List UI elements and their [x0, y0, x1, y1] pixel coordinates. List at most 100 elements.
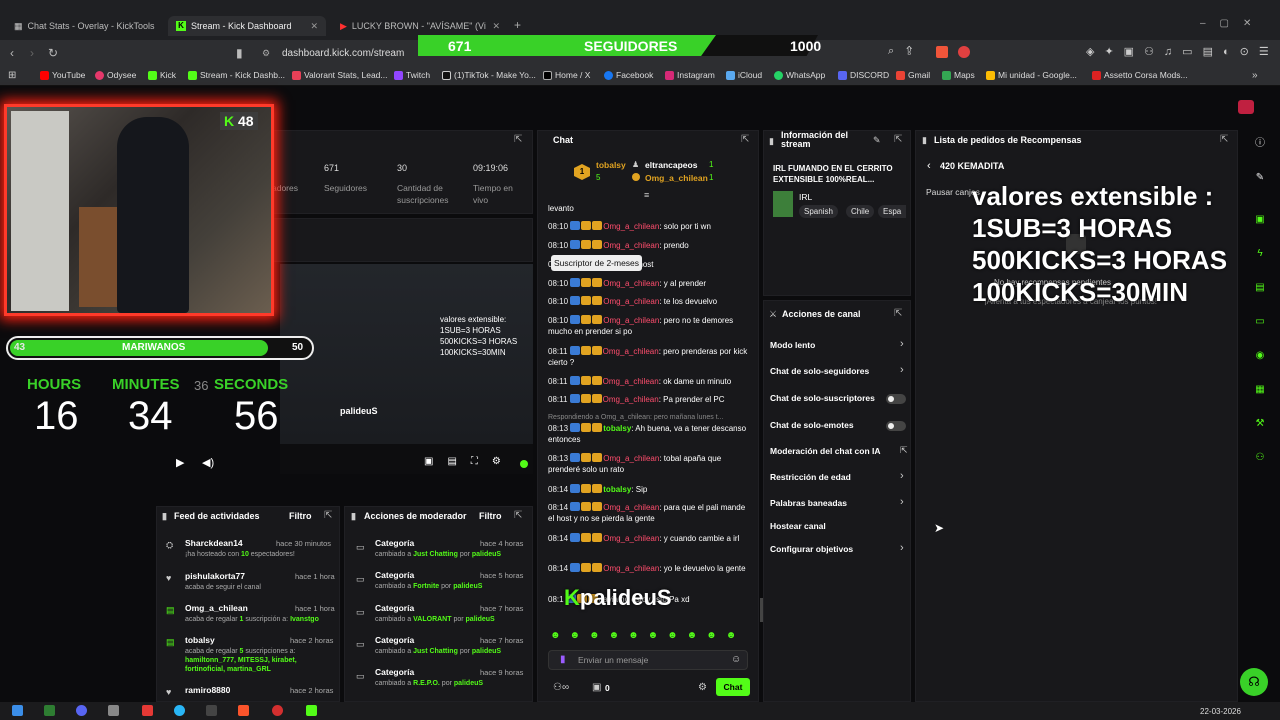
channel-action-item[interactable]: Chat de solo-suscriptores	[770, 393, 875, 403]
chat-badge-icon[interactable]	[580, 346, 591, 355]
chat-username[interactable]: Omg_a_chilean	[603, 564, 659, 573]
toggle-switch[interactable]	[886, 394, 906, 404]
chat-username[interactable]: Omg_a_chilean	[603, 297, 659, 306]
play-icon[interactable]: ▶	[176, 456, 184, 469]
chat-username[interactable]: tobalsy	[603, 424, 631, 433]
clipboard-icon[interactable]: ▤	[1252, 280, 1268, 296]
taskbar-app-icon[interactable]	[44, 705, 55, 716]
close-tab-icon[interactable]: ✕	[310, 21, 318, 32]
bookmark-whatsapp[interactable]: WhatsApp	[774, 70, 825, 80]
chat-tools-icon[interactable]: ⚇∞	[553, 682, 569, 693]
taskbar-app-icon[interactable]	[142, 705, 153, 716]
camera-icon[interactable]: ▣	[1252, 212, 1268, 228]
brave-shield-icon[interactable]	[936, 46, 948, 58]
support-headset-icon[interactable]: ☊	[1240, 668, 1268, 696]
chat-badge-icon[interactable]	[592, 502, 603, 511]
bolt-icon[interactable]: ϟ	[1252, 246, 1268, 262]
feed-item-name[interactable]: Omg_a_chilean	[185, 603, 248, 613]
chat-badge-icon[interactable]	[570, 315, 581, 324]
chat-bubble-icon[interactable]: ▭	[1252, 314, 1268, 330]
chat-badge-icon[interactable]	[581, 453, 592, 462]
bookmark-valorant[interactable]: Valorant Stats, Lead...	[292, 70, 387, 80]
bookmark-instagram[interactable]: Instagram	[665, 70, 715, 80]
chat-badge-icon[interactable]	[580, 376, 591, 385]
chevron-right-icon[interactable]: ›	[900, 470, 904, 482]
toggle-switch[interactable]	[886, 421, 906, 431]
chat-badge-icon[interactable]	[592, 221, 603, 230]
chat-badge-icon[interactable]	[592, 533, 603, 542]
chevron-right-icon[interactable]: ›	[900, 542, 904, 554]
chat-badge-icon[interactable]	[581, 240, 592, 249]
chat-badge-icon[interactable]	[592, 278, 603, 287]
taskbar-app-icon[interactable]	[272, 705, 283, 716]
chat-badge-icon[interactable]	[592, 484, 603, 493]
chat-badge-icon[interactable]	[591, 346, 602, 355]
chevron-right-icon[interactable]: ›	[900, 496, 904, 508]
chat-badge-icon[interactable]	[570, 533, 581, 542]
category-name[interactable]: IRL	[799, 192, 812, 202]
chat-badge-icon[interactable]	[581, 563, 592, 572]
chat-badge-icon[interactable]	[581, 296, 592, 305]
channel-action-item[interactable]: Chat de solo-seguidores	[770, 366, 869, 376]
bookmark-discord[interactable]: DISCORD	[838, 70, 889, 80]
taskbar-app-icon[interactable]	[108, 705, 119, 716]
channel-action-item[interactable]: Chat de solo-emotes	[770, 420, 854, 430]
feed-item-name[interactable]: pishulakorta77	[185, 571, 245, 581]
pinned-user[interactable]: tobalsy	[596, 160, 626, 170]
chat-badge-icon[interactable]	[581, 315, 592, 324]
user-avatar[interactable]	[1238, 100, 1254, 114]
pencil-icon[interactable]: ✎	[1252, 170, 1268, 186]
feed-item-name[interactable]: ramiro8880	[185, 685, 230, 695]
expand-icon[interactable]: ⇱	[741, 134, 749, 145]
chat-username[interactable]: tobalsy	[603, 485, 631, 494]
chat-badge-icon[interactable]	[570, 423, 581, 432]
forward-icon[interactable]: ›	[30, 46, 34, 60]
bookmark-icloud[interactable]: iCloud	[726, 70, 762, 80]
mic-icon[interactable]: ▮	[560, 654, 566, 665]
close-tab-icon[interactable]: ✕	[492, 21, 500, 32]
chat-badge-icon[interactable]	[591, 376, 602, 385]
extensions-icons[interactable]: ◈✦▣⚇♫▭▤◐⊙☰	[1086, 45, 1279, 58]
site-info-icon[interactable]: ⚙	[262, 48, 270, 59]
bookmark-assetto-corsa[interactable]: Assetto Corsa Mods...	[1092, 70, 1188, 80]
channel-action-item[interactable]: Moderación del chat con IA	[770, 446, 881, 456]
chat-badge-icon[interactable]	[570, 240, 581, 249]
expand-icon[interactable]: ⇱	[1220, 134, 1228, 145]
bookmark-maps[interactable]: Maps	[942, 70, 975, 80]
bookmark-tiktok[interactable]: (1)TikTok - Make Yo...	[442, 70, 536, 80]
chat-badge-icon[interactable]	[570, 278, 581, 287]
taskbar-app-icon[interactable]	[206, 705, 217, 716]
stream-tag[interactable]: Espa	[878, 205, 907, 218]
expand-icon[interactable]: ⇱	[514, 510, 522, 521]
bookmark-google-drive[interactable]: Mi unidad - Google...	[986, 70, 1077, 80]
feed-item-name[interactable]: tobalsy	[185, 635, 215, 645]
chat-badge-icon[interactable]	[581, 278, 592, 287]
chat-settings-icon[interactable]: ⚙	[698, 682, 707, 693]
chat-username[interactable]: Omg_a_chilean	[603, 534, 659, 543]
pinned-user[interactable]: eltrancapeos	[645, 160, 697, 170]
chat-badge-icon[interactable]	[569, 394, 580, 403]
chat-badge-icon[interactable]	[592, 453, 603, 462]
wrench-icon[interactable]: ⚒	[1252, 416, 1268, 432]
more-bookmarks-icon[interactable]: »	[1252, 70, 1258, 81]
chat-badge-icon[interactable]	[592, 240, 603, 249]
external-link-icon[interactable]: ⇱	[900, 445, 908, 456]
bookmark-x[interactable]: Home / X	[543, 70, 590, 80]
taskbar-app-icon[interactable]	[174, 705, 185, 716]
player-right-controls[interactable]: ▣▤⛶⚙	[424, 456, 515, 467]
start-icon[interactable]	[12, 705, 23, 716]
layout-icon[interactable]: ▦	[1252, 382, 1268, 398]
chat-username[interactable]: Omg_a_chilean	[603, 395, 659, 404]
chat-username[interactable]: Omg_a_chilean	[603, 222, 659, 231]
taskbar-brave-icon[interactable]	[238, 705, 249, 716]
taskbar-app-icon[interactable]	[306, 705, 317, 716]
chat-username[interactable]: Omg_a_chilean	[603, 454, 659, 463]
channel-action-item[interactable]: Configurar objetivos	[770, 544, 853, 554]
chat-badge-icon[interactable]	[570, 221, 581, 230]
chat-badge-icon[interactable]	[581, 221, 592, 230]
chevron-right-icon[interactable]: ›	[900, 338, 904, 350]
stream-tag[interactable]: Chile	[846, 205, 875, 218]
feed-item-name[interactable]: Sharckdean14	[185, 538, 243, 548]
chat-input-placeholder[interactable]: Enviar un mensaje	[578, 655, 648, 665]
chat-username[interactable]: Omg_a_chilean	[603, 347, 659, 356]
